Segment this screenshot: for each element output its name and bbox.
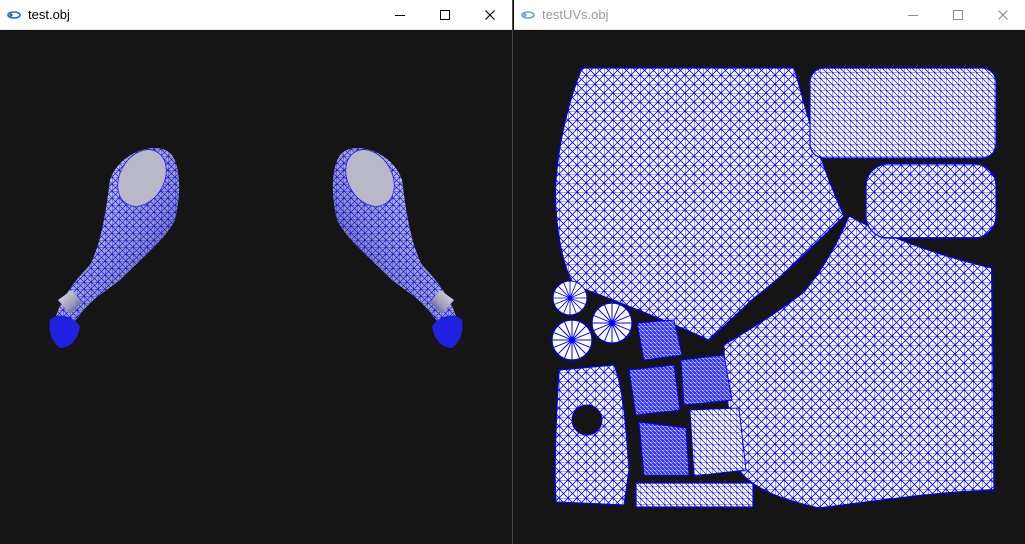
minimize-icon <box>394 14 405 16</box>
window-test-obj[interactable]: test.obj <box>0 0 513 544</box>
minimize-button[interactable] <box>377 0 422 30</box>
app-icon <box>521 10 535 19</box>
window-title: test.obj <box>28 7 70 22</box>
uv-island <box>809 67 997 159</box>
minimize-icon <box>907 14 918 16</box>
window-testuvs-obj[interactable]: testUVs.obj <box>514 0 1025 544</box>
uv-layout <box>551 67 997 509</box>
uv-island <box>865 163 997 239</box>
minimize-button[interactable] <box>890 0 935 30</box>
uv-island <box>638 421 690 476</box>
close-button[interactable] <box>980 0 1025 30</box>
uv-island <box>680 354 733 406</box>
arm-mesh-left <box>49 148 180 348</box>
maximize-button[interactable] <box>935 0 980 30</box>
window-title: testUVs.obj <box>542 7 609 22</box>
uv-island <box>628 364 681 416</box>
close-icon <box>997 9 1008 20</box>
maximize-button[interactable] <box>422 0 467 30</box>
arm-mesh-right <box>332 148 463 348</box>
3d-viewport[interactable] <box>0 30 512 544</box>
uv-disc <box>591 302 633 344</box>
close-icon <box>484 9 495 20</box>
title-bar[interactable]: testUVs.obj <box>514 0 1025 30</box>
title-bar[interactable]: test.obj <box>0 0 512 30</box>
uv-island <box>554 364 630 506</box>
uv-disc <box>552 280 588 316</box>
app-icon <box>7 10 21 19</box>
uv-disc <box>551 319 593 361</box>
maximize-icon <box>439 9 450 20</box>
3d-scene <box>49 148 463 348</box>
uv-hole <box>571 404 603 436</box>
uv-island <box>635 482 754 508</box>
uv-viewport[interactable] <box>514 30 1025 544</box>
maximize-icon <box>952 9 963 20</box>
close-button[interactable] <box>467 0 512 30</box>
uv-island <box>636 319 683 361</box>
uv-island <box>689 407 747 477</box>
